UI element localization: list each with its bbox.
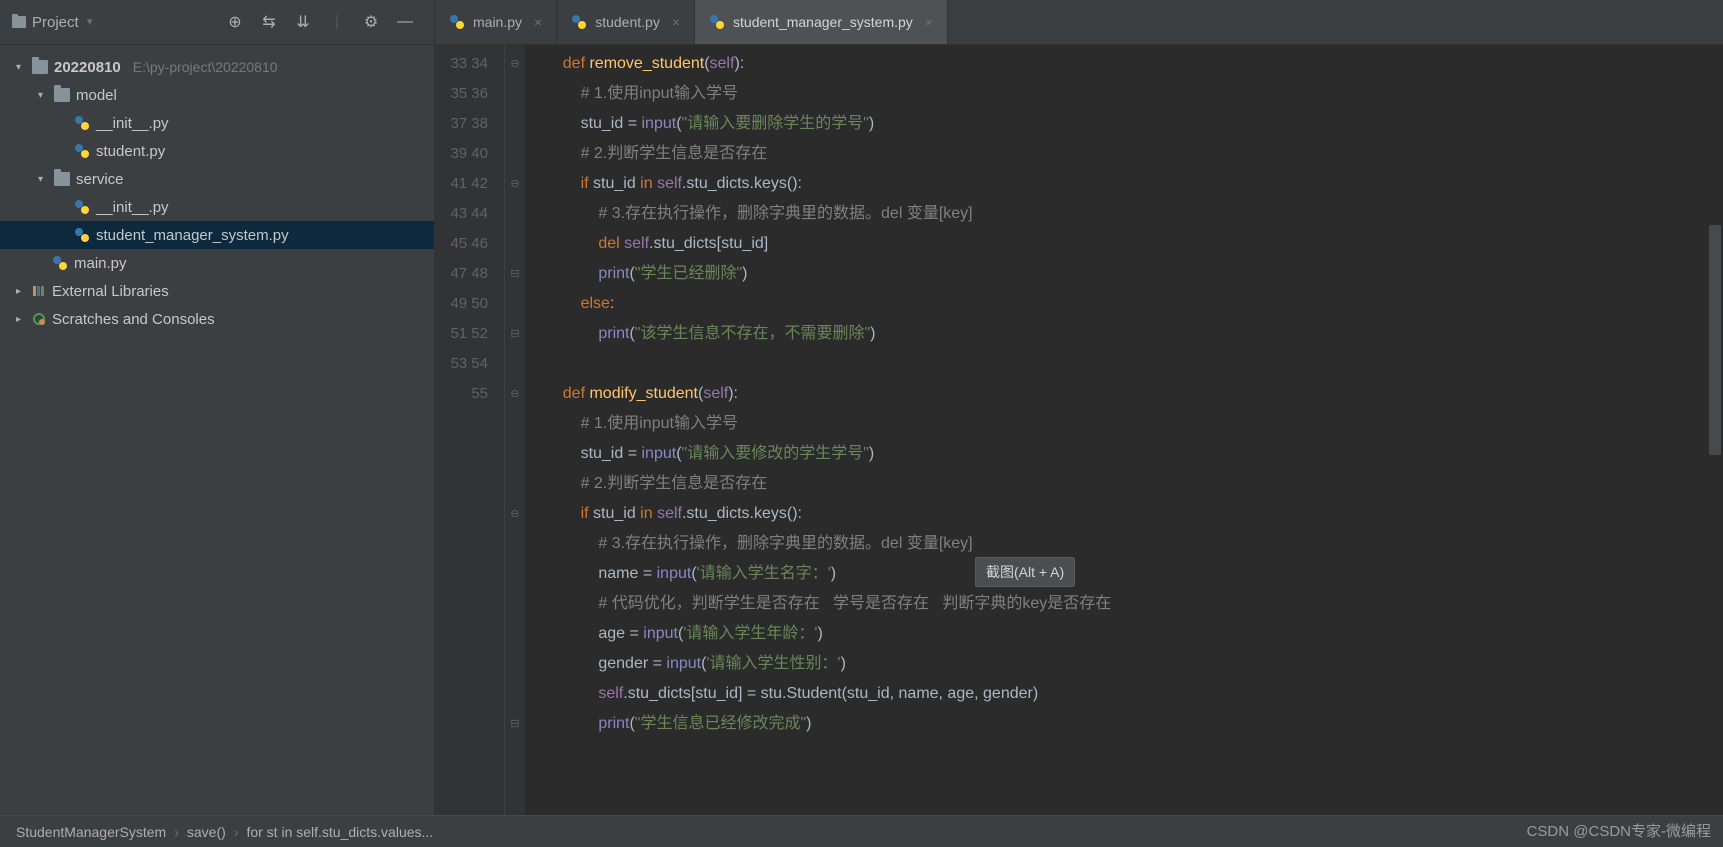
chevron-right-icon[interactable] xyxy=(16,314,26,325)
python-file-icon xyxy=(74,143,90,159)
scratch-icon xyxy=(32,312,46,326)
tab-main-py[interactable]: main.py × xyxy=(435,0,557,44)
tree-label: External Libraries xyxy=(52,283,169,300)
tree-label: __init__.py xyxy=(96,115,169,132)
tree-label: Scratches and Consoles xyxy=(52,311,215,328)
vertical-scrollbar[interactable] xyxy=(1707,45,1721,815)
tree-dir-service[interactable]: service xyxy=(0,165,434,193)
locate-icon[interactable]: ⊕ xyxy=(224,11,246,33)
tree-hint: E:\py-project\20220810 xyxy=(133,59,278,75)
expand-icon[interactable]: ⇆ xyxy=(258,11,280,33)
tree-file-model-student[interactable]: student.py xyxy=(0,137,434,165)
close-icon[interactable]: × xyxy=(925,14,933,30)
python-file-icon xyxy=(449,14,465,30)
tree-file-service-sms[interactable]: student_manager_system.py xyxy=(0,221,434,249)
watermark: CSDN @CSDN专家-微编程 xyxy=(1527,820,1711,841)
chevron-right-icon: › xyxy=(234,824,239,840)
tree-root[interactable]: 20220810 E:\py-project\20220810 xyxy=(0,53,434,81)
folder-icon xyxy=(12,16,26,28)
main-area: 20220810 E:\py-project\20220810 model __… xyxy=(0,45,1723,815)
tree-label: main.py xyxy=(74,255,127,272)
gear-icon[interactable]: ⚙ xyxy=(360,11,382,33)
tab-label: student.py xyxy=(595,14,660,30)
minimize-icon[interactable]: — xyxy=(394,11,416,33)
tree-file-model-init[interactable]: __init__.py xyxy=(0,109,434,137)
tree-label: 20220810 xyxy=(54,59,121,76)
tree-label: model xyxy=(76,87,117,104)
tree-scratches[interactable]: Scratches and Consoles xyxy=(0,305,434,333)
chevron-down-icon[interactable] xyxy=(38,174,48,185)
code-editor[interactable]: 33 34 35 36 37 38 39 40 41 42 43 44 45 4… xyxy=(435,45,1723,815)
line-number-gutter: 33 34 35 36 37 38 39 40 41 42 43 44 45 4… xyxy=(435,45,505,815)
collapse-icon[interactable]: ⇊ xyxy=(292,11,314,33)
project-dropdown[interactable]: Project ▼ xyxy=(12,14,95,31)
top-toolbar: Project ▼ ⊕ ⇆ ⇊ | ⚙ — main.py × student.… xyxy=(0,0,1723,45)
tab-label: main.py xyxy=(473,14,522,30)
tab-student-py[interactable]: student.py × xyxy=(557,0,695,44)
python-file-icon xyxy=(74,227,90,243)
python-file-icon xyxy=(74,115,90,131)
tree-label: student_manager_system.py xyxy=(96,227,289,244)
editor-tabs: main.py × student.py × student_manager_s… xyxy=(435,0,948,44)
chevron-down-icon: ▼ xyxy=(85,17,95,28)
close-icon[interactable]: × xyxy=(672,14,680,30)
breadcrumb-class[interactable]: StudentManagerSystem xyxy=(16,824,166,840)
tree-file-main[interactable]: main.py xyxy=(0,249,434,277)
folder-icon xyxy=(54,172,70,186)
tree-dir-model[interactable]: model xyxy=(0,81,434,109)
tab-label: student_manager_system.py xyxy=(733,14,913,30)
breadcrumb-method[interactable]: save() xyxy=(187,824,226,840)
breadcrumb-stmt[interactable]: for st in self.stu_dicts.values... xyxy=(246,824,433,840)
divider: | xyxy=(326,11,348,33)
tree-label: __init__.py xyxy=(96,199,169,216)
tree-external-libraries[interactable]: External Libraries xyxy=(0,277,434,305)
python-file-icon xyxy=(709,14,725,30)
folder-icon xyxy=(54,88,70,102)
chevron-right-icon[interactable] xyxy=(16,286,26,297)
code-area[interactable]: def remove_student(self): # 1.使用input输入学… xyxy=(525,45,1723,815)
tooltip: 截图(Alt + A) xyxy=(975,557,1075,587)
tree-label: service xyxy=(76,171,124,188)
project-label: Project xyxy=(32,14,79,31)
python-file-icon xyxy=(52,255,68,271)
project-tool-header: Project ▼ ⊕ ⇆ ⇊ | ⚙ — xyxy=(0,0,435,44)
chevron-right-icon: › xyxy=(174,824,179,840)
scrollbar-thumb[interactable] xyxy=(1709,225,1721,455)
close-icon[interactable]: × xyxy=(534,14,542,30)
fold-gutter[interactable]: ⊖⊖⊟⊟⊖⊖⊟ xyxy=(505,45,525,815)
tree-file-service-init[interactable]: __init__.py xyxy=(0,193,434,221)
chevron-down-icon[interactable] xyxy=(16,62,26,73)
tree-label: student.py xyxy=(96,143,165,160)
folder-icon xyxy=(32,60,48,74)
library-icon xyxy=(32,284,46,298)
chevron-down-icon[interactable] xyxy=(38,90,48,101)
project-tree[interactable]: 20220810 E:\py-project\20220810 model __… xyxy=(0,45,435,815)
python-file-icon xyxy=(571,14,587,30)
breadcrumb-bar: StudentManagerSystem › save() › for st i… xyxy=(0,815,1723,847)
python-file-icon xyxy=(74,199,90,215)
tooltip-text: 截图(Alt + A) xyxy=(986,564,1064,580)
tab-student-manager-system-py[interactable]: student_manager_system.py × xyxy=(695,0,948,44)
